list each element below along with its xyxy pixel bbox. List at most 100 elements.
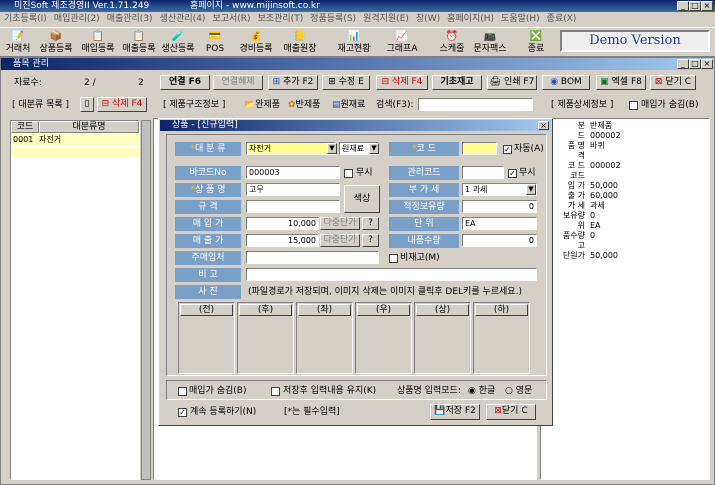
doc-icon[interactable]: ▯ bbox=[80, 97, 94, 112]
toolbar-button[interactable]: 📝 거래처 bbox=[2, 30, 34, 56]
radio-korean[interactable]: ◉ 한글 bbox=[468, 385, 495, 397]
edit-button[interactable]: ⊞ 수정 E bbox=[322, 75, 370, 90]
multi-price-button-2[interactable]: 다중단가 bbox=[320, 234, 360, 247]
photo-slot[interactable]: (하) bbox=[473, 302, 530, 374]
link-button[interactable]: 연결 F6 bbox=[160, 75, 210, 90]
menu-item[interactable]: 정품등록(S) bbox=[310, 14, 356, 24]
toolbar-button[interactable]: 📦 상품등록 bbox=[36, 30, 76, 56]
toolbar-button[interactable]: 🧪 생산등록 bbox=[160, 30, 196, 56]
dialog-close-button[interactable]: ⊠닫기 C bbox=[486, 404, 536, 420]
menu-item[interactable]: 보고서(R) bbox=[212, 14, 250, 24]
name-input[interactable]: 고무 bbox=[246, 183, 340, 196]
save-button[interactable]: 💾저장 F2 bbox=[430, 404, 480, 420]
photo-slot-label: (상) bbox=[416, 304, 469, 316]
toolbar-button[interactable]: 📋 매입등록 bbox=[80, 30, 116, 56]
maximize-icon[interactable]: □ bbox=[689, 1, 701, 11]
menu-item[interactable]: 창(W) bbox=[416, 14, 440, 24]
unlink-button[interactable]: 연결해제 bbox=[213, 75, 263, 90]
stock-safe-input[interactable]: 0 bbox=[462, 200, 537, 213]
auto-label: 자동(A) bbox=[514, 144, 544, 154]
menu-item[interactable]: 도움말(H) bbox=[501, 14, 540, 24]
minimize-icon[interactable]: _ bbox=[677, 1, 689, 11]
photo-slot[interactable]: (후) bbox=[237, 302, 294, 374]
toolbar-button[interactable]: 📒 매출원장 bbox=[278, 30, 322, 56]
minus-icon: ⊟ bbox=[101, 99, 110, 109]
unit-input[interactable]: EA bbox=[462, 217, 537, 230]
non-stock-checkbox[interactable] bbox=[389, 254, 398, 263]
auto-checkbox[interactable]: ✓ bbox=[503, 145, 512, 154]
grid-header-name[interactable]: 대분류명 bbox=[39, 121, 139, 133]
left-scrollbar[interactable] bbox=[141, 120, 151, 480]
search-input[interactable] bbox=[418, 98, 533, 111]
category-delete-button[interactable]: ⊟ 삭제 F4 bbox=[97, 97, 147, 112]
photo-slot[interactable]: (전) bbox=[178, 302, 235, 374]
basic-stock-button[interactable]: 기초재고 bbox=[432, 75, 482, 90]
multi-price-button-1[interactable]: 다중단가 bbox=[320, 217, 360, 230]
barcode-input[interactable]: 000003 bbox=[246, 166, 340, 179]
menu-item[interactable]: 종료(X) bbox=[547, 14, 577, 24]
supplier-input[interactable] bbox=[246, 251, 379, 264]
toolbar-button[interactable]: 📈 그래프A bbox=[380, 30, 424, 56]
manage-code-input[interactable] bbox=[462, 166, 504, 179]
barcode-ignore-checkbox[interactable] bbox=[344, 169, 353, 178]
continue-checkbox[interactable]: ✓ bbox=[178, 408, 187, 417]
menu-item[interactable]: 원격지원(E) bbox=[363, 14, 409, 24]
photo-slot[interactable]: (우) bbox=[355, 302, 412, 374]
chevron-down-icon[interactable]: ▼ bbox=[327, 143, 337, 154]
inner-minimize-icon[interactable]: _ bbox=[677, 59, 689, 69]
save-icon: 💾 bbox=[434, 406, 446, 416]
radio-english[interactable]: ○ 영문 bbox=[505, 385, 532, 397]
photo-slot-label: (하) bbox=[475, 304, 528, 316]
menu-item[interactable]: 홈페이지(H) bbox=[447, 14, 494, 24]
filter-semi[interactable]: ✿반제품 bbox=[288, 99, 320, 111]
color-button[interactable]: 색상 bbox=[344, 185, 380, 213]
toolbar-button[interactable]: 📊 재고현황 bbox=[330, 30, 378, 56]
bom-button[interactable]: ◉ BOM bbox=[542, 75, 590, 90]
menu-item[interactable]: 생산관리(4) bbox=[160, 14, 206, 24]
menu-item[interactable]: 기초등록(I) bbox=[4, 14, 47, 24]
filter-raw[interactable]: ▤원재료 bbox=[332, 99, 365, 111]
add-button[interactable]: ⊞ 추가 F2 bbox=[268, 75, 318, 90]
code-input[interactable] bbox=[462, 142, 497, 155]
inner-maximize-icon[interactable]: □ bbox=[689, 59, 701, 69]
menu-item[interactable]: 보조관리(T) bbox=[258, 14, 304, 24]
sell-price-input[interactable]: 15,000 bbox=[246, 234, 319, 247]
bom-qty-input[interactable]: 0 bbox=[462, 234, 537, 247]
inner-close-icon[interactable]: × bbox=[701, 59, 713, 69]
help-button-2[interactable]: ? bbox=[362, 234, 379, 247]
menu-item[interactable]: 매출관리(3) bbox=[107, 14, 153, 24]
close-button[interactable]: ⊠ 닫기 C bbox=[650, 75, 696, 90]
toolbar-button[interactable]: 💰 경비등록 bbox=[238, 30, 274, 56]
buy-price-input[interactable]: 10,000 bbox=[246, 217, 319, 230]
print-button[interactable]: 🖨 인쇄 F7 bbox=[487, 75, 537, 90]
delete-button[interactable]: ⊟ 삭제 F4 bbox=[376, 75, 428, 90]
memo-input[interactable] bbox=[246, 268, 537, 281]
keep-input-checkbox[interactable] bbox=[271, 387, 280, 396]
close-icon[interactable]: × bbox=[701, 1, 713, 11]
hide-buy-checkbox[interactable] bbox=[629, 101, 638, 110]
toolbar-button[interactable]: ❎ 종료 bbox=[522, 30, 550, 56]
spec-input[interactable] bbox=[246, 200, 340, 213]
photo-slot[interactable]: (좌) bbox=[296, 302, 353, 374]
menu-item[interactable]: 매입관리(2) bbox=[54, 14, 100, 24]
dialog-hide-buy-checkbox[interactable] bbox=[178, 387, 187, 396]
homepage-link[interactable]: 홈페이지 - www.mijinsoft.co.kr bbox=[190, 0, 320, 12]
excel-button[interactable]: ▣ 엑셀 F8 bbox=[596, 75, 646, 90]
help-button-1[interactable]: ? bbox=[362, 217, 379, 230]
category-select[interactable]: 자전거 bbox=[246, 142, 336, 155]
grid-header-code[interactable]: 코드 bbox=[11, 121, 39, 133]
folder-icon: 📂 bbox=[244, 100, 256, 110]
dialog-close-icon[interactable]: × bbox=[538, 121, 549, 130]
manage-ignore-checkbox[interactable]: ✓ bbox=[508, 169, 517, 178]
chevron-down-icon[interactable]: ▼ bbox=[369, 143, 379, 154]
chevron-down-icon[interactable]: ▼ bbox=[526, 184, 536, 195]
toolbar-button[interactable]: 📋 매출등록 bbox=[120, 30, 158, 56]
photo-slot[interactable]: (상) bbox=[414, 302, 471, 374]
detail-row: 드 000002 bbox=[541, 131, 709, 141]
filter-finished[interactable]: 📂완제품 bbox=[244, 99, 280, 111]
toolbar-button[interactable]: 💳 POS bbox=[198, 30, 232, 56]
toolbar-button[interactable]: ⏰ 스케줄 bbox=[436, 30, 468, 56]
category-grid[interactable]: 코드 대분류명 0001 자전거 bbox=[10, 120, 140, 480]
toolbar-button[interactable]: 📠 문자팩스 bbox=[470, 30, 510, 56]
table-row[interactable]: 0001 자전거 bbox=[11, 134, 139, 146]
